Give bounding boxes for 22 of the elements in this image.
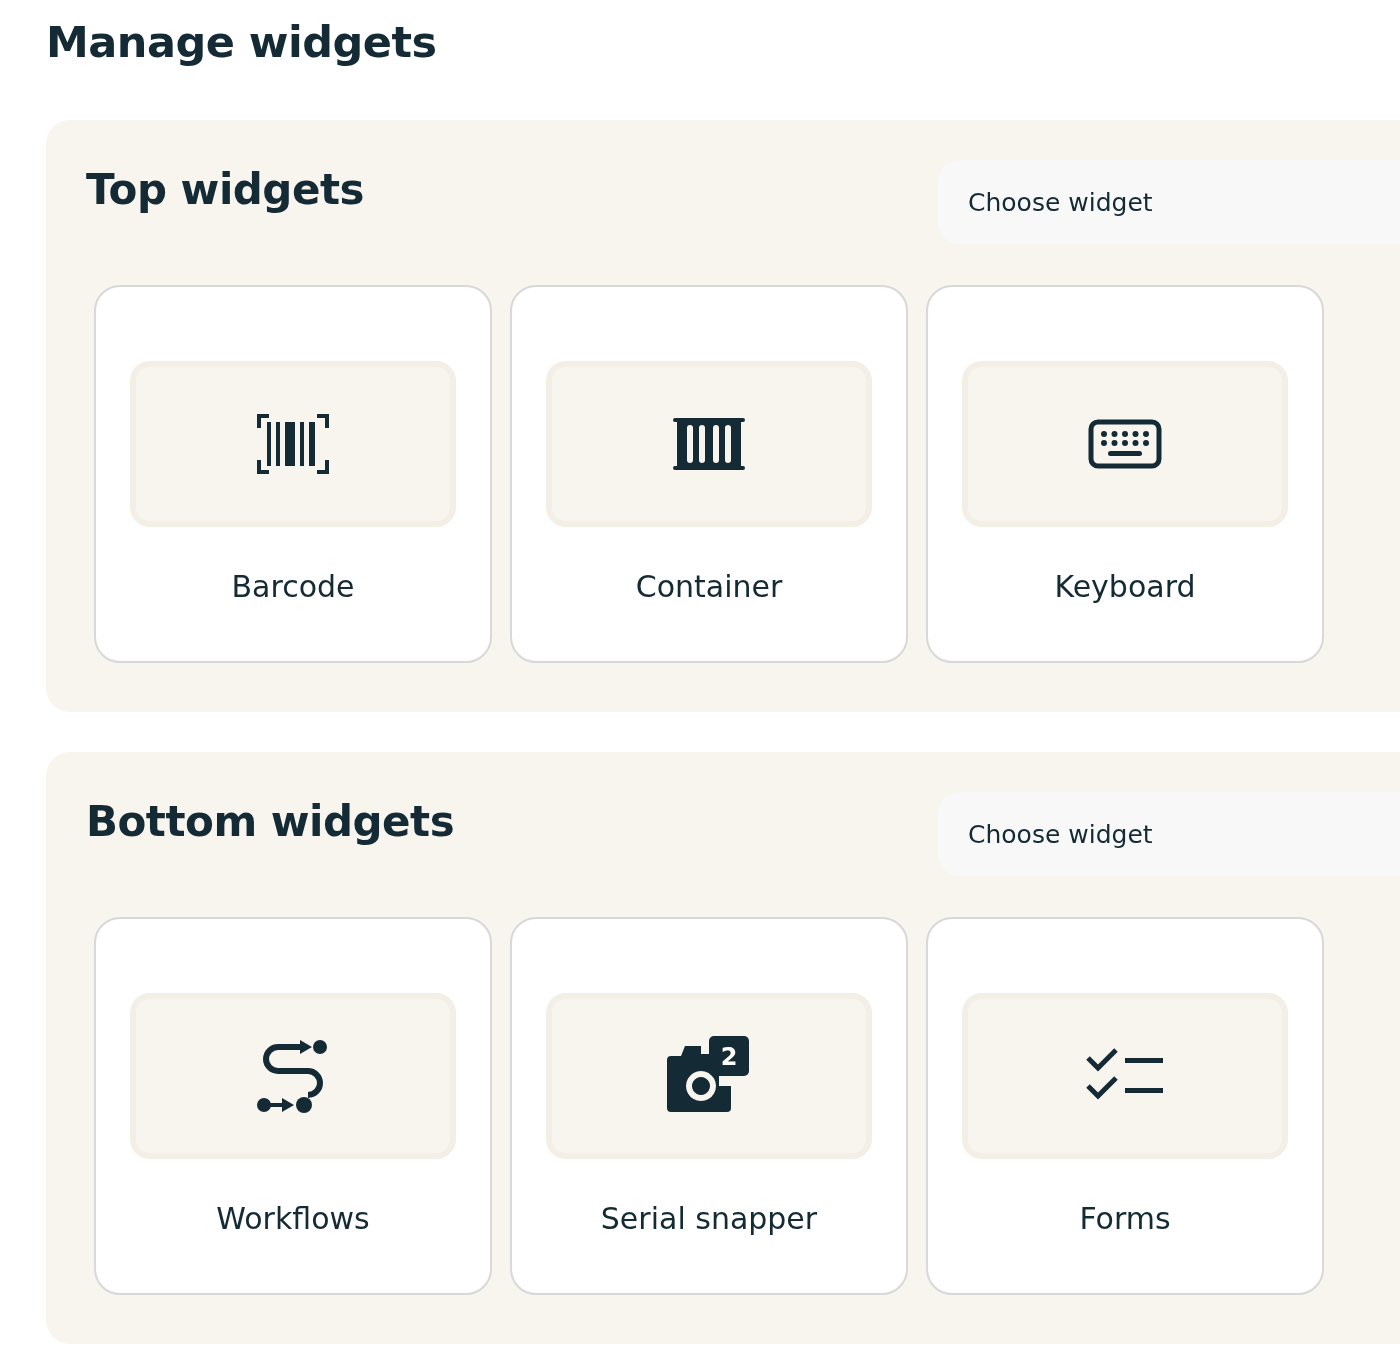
widget-label: Barcode bbox=[231, 569, 355, 605]
number-badge: 2 bbox=[709, 1036, 749, 1076]
section-heading: Bottom widgets bbox=[86, 796, 456, 848]
widget-label: Container bbox=[635, 569, 783, 605]
widget-card[interactable]: Keyboard bbox=[926, 285, 1324, 663]
section-heading: Top widgets bbox=[86, 164, 365, 216]
container-icon bbox=[673, 418, 745, 470]
widget-card[interactable]: Workflows bbox=[94, 917, 492, 1295]
widget-select[interactable]: Choose widget bbox=[938, 160, 1400, 244]
widget-label: Forms bbox=[1079, 1201, 1171, 1237]
widget-card[interactable]: 2 Serial snapper bbox=[510, 917, 908, 1295]
widget-card[interactable]: Barcode bbox=[94, 285, 492, 663]
page-title: Manage widgets bbox=[46, 16, 438, 69]
widget-label: Workflows bbox=[216, 1201, 370, 1237]
keyboard-icon bbox=[1088, 419, 1162, 469]
widget-label: Serial snapper bbox=[600, 1201, 818, 1237]
widget-card[interactable]: Forms bbox=[926, 917, 1324, 1295]
widget-label: Keyboard bbox=[1054, 569, 1196, 605]
widget-card[interactable]: Container bbox=[510, 285, 908, 663]
barcode-icon bbox=[257, 414, 329, 474]
widget-select[interactable]: Choose widget bbox=[938, 792, 1400, 876]
route-icon bbox=[256, 1039, 330, 1113]
